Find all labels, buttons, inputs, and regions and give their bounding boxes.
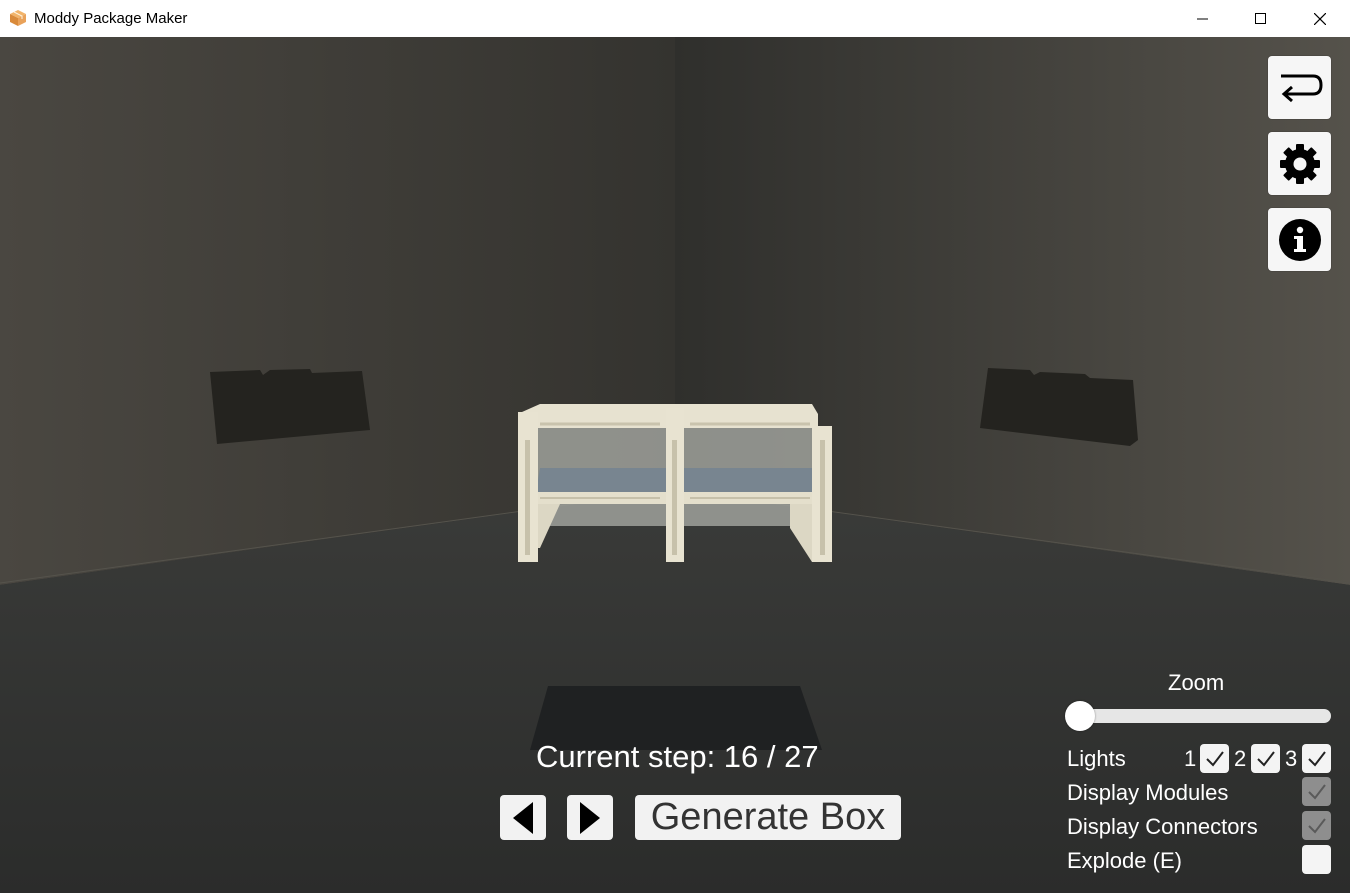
light-3-number: 3 xyxy=(1285,746,1298,771)
triangle-left-icon xyxy=(513,801,533,834)
current-step-label: Current step: 16 / 27 xyxy=(536,739,819,774)
next-step-button[interactable] xyxy=(567,795,613,840)
display-connectors-label: Display Connectors xyxy=(1067,814,1258,839)
light-2-checkbox[interactable] xyxy=(1251,744,1280,773)
title-bar: Moddy Package Maker xyxy=(0,0,1350,37)
lights-label: Lights xyxy=(1067,746,1126,771)
close-button[interactable] xyxy=(1291,0,1349,37)
display-modules-label: Display Modules xyxy=(1067,780,1229,805)
info-icon xyxy=(1278,218,1321,261)
checkmark-icon xyxy=(1205,750,1224,767)
zoom-slider-handle[interactable] xyxy=(1065,701,1095,731)
checkmark-icon xyxy=(1256,750,1275,767)
window-title: Moddy Package Maker xyxy=(34,10,188,27)
triangle-right-icon xyxy=(580,801,600,834)
display-modules-checkbox[interactable] xyxy=(1302,777,1331,806)
previous-step-button[interactable] xyxy=(500,795,546,840)
explode-label: Explode (E) xyxy=(1067,848,1182,873)
return-arrow-icon xyxy=(1280,74,1323,102)
display-connectors-checkbox[interactable] xyxy=(1302,811,1331,840)
light-2-number: 2 xyxy=(1234,746,1247,771)
minimize-icon xyxy=(1197,18,1208,19)
zoom-slider-track[interactable] xyxy=(1069,709,1331,723)
settings-button[interactable] xyxy=(1268,132,1331,195)
maximize-icon xyxy=(1255,12,1266,24)
gear-icon xyxy=(1279,143,1320,184)
light-3-checkbox[interactable] xyxy=(1302,744,1331,773)
maximize-button[interactable] xyxy=(1232,0,1290,37)
zoom-label: Zoom xyxy=(1168,670,1225,695)
minimize-button[interactable] xyxy=(1174,0,1232,37)
undo-button[interactable] xyxy=(1268,56,1331,119)
light-1-number: 1 xyxy=(1184,746,1197,771)
light-1-checkbox[interactable] xyxy=(1200,744,1229,773)
package-box-icon xyxy=(9,9,27,27)
close-icon xyxy=(1314,12,1326,25)
checkmark-icon xyxy=(1307,750,1326,767)
checkmark-icon xyxy=(1307,817,1326,834)
explode-checkbox[interactable] xyxy=(1302,845,1331,874)
info-button[interactable] xyxy=(1268,208,1331,271)
checkmark-icon xyxy=(1307,783,1326,800)
generate-box-button[interactable]: Generate Box xyxy=(635,795,901,840)
